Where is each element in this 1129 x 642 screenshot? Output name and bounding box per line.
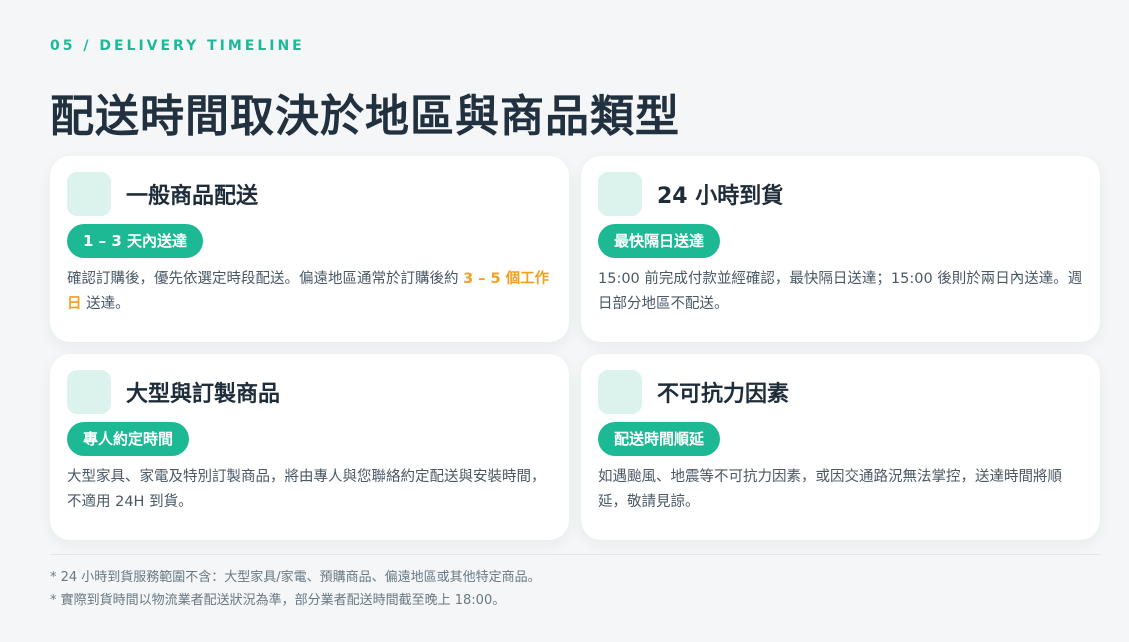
card-title: 24 小時到貨 (657, 184, 784, 209)
card-grid: 一般商品配送 1 – 3 天內送達 確認訂購後，優先依選定時段配送。偏遠地區通常… (50, 156, 1100, 540)
footnote: * 實際到貨時間以物流業者配送狀況為準，部分業者配送時間截至晚上 18:00。 (50, 593, 506, 608)
footnote: * 24 小時到貨服務範圍不含：大型家具/家電、預購商品、偏遠地區或其他特定商品… (50, 570, 541, 585)
card-title: 不可抗力因素 (657, 382, 790, 407)
card-description: 確認訂購後，優先依選定時段配送。偏遠地區通常於訂購後約 3 – 5 個工作日 送… (67, 267, 555, 317)
card-force-majeure: 不可抗力因素 配送時間順延 如遇颱風、地震等不可抗力因素，或因交通路況無法掌控，… (581, 354, 1100, 540)
footer-divider (50, 554, 1100, 555)
card-header: 一般商品配送 (67, 172, 552, 216)
delivery-badge: 1 – 3 天內送達 (67, 224, 204, 258)
card-large-custom: 大型與訂製商品 專人約定時間 大型家具、家電及特別訂製商品，將由專人與您聯絡約定… (50, 354, 569, 540)
clock-icon (598, 172, 642, 216)
box-icon (67, 172, 111, 216)
card-description: 如遇颱風、地震等不可抗力因素，或因交通路況無法掌控，送達時間將順延，敬請見諒。 (598, 469, 1062, 510)
delivery-badge: 配送時間順延 (598, 422, 721, 456)
delivery-badge: 最快隔日送達 (598, 224, 721, 258)
desc-text-end: 送達。 (81, 296, 130, 312)
page-title: 配送時間取決於地區與商品類型 (50, 91, 680, 142)
card-title: 大型與訂製商品 (126, 382, 281, 407)
footnotes: * 24 小時到貨服務範圍不含：大型家具/家電、預購商品、偏遠地區或其他特定商品… (50, 566, 541, 612)
card-header: 不可抗力因素 (598, 370, 1083, 414)
sofa-icon (67, 370, 111, 414)
card-header: 大型與訂製商品 (67, 370, 552, 414)
card-header: 24 小時到貨 (598, 172, 1083, 216)
card-general-delivery: 一般商品配送 1 – 3 天內送達 確認訂購後，優先依選定時段配送。偏遠地區通常… (50, 156, 569, 342)
section-eyebrow: 05 / DELIVERY TIMELINE (50, 38, 305, 54)
desc-text: 確認訂購後，優先依選定時段配送。偏遠地區通常於訂購後約 (67, 271, 464, 287)
card-24h-delivery: 24 小時到貨 最快隔日送達 15:00 前完成付款並經確認，最快隔日送達；15… (581, 156, 1100, 342)
card-description: 大型家具、家電及特別訂製商品，將由專人與您聯絡約定配送與安裝時間，不適用 24H… (67, 469, 546, 510)
card-title: 一般商品配送 (126, 184, 259, 209)
card-description: 15:00 前完成付款並經確認，最快隔日送達；15:00 後則於兩日內送達。週日… (598, 271, 1083, 312)
warning-icon (598, 370, 642, 414)
delivery-badge: 專人約定時間 (67, 422, 190, 456)
